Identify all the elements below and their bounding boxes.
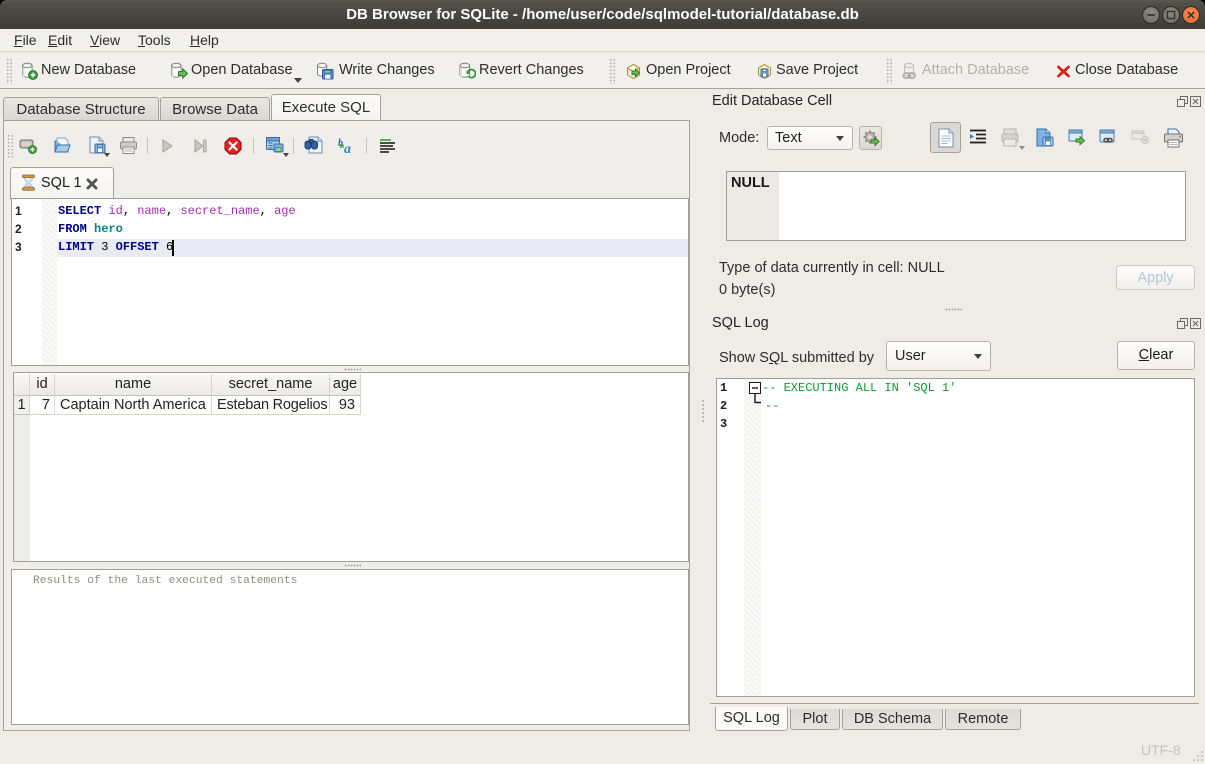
svg-text:a: a bbox=[344, 142, 351, 155]
